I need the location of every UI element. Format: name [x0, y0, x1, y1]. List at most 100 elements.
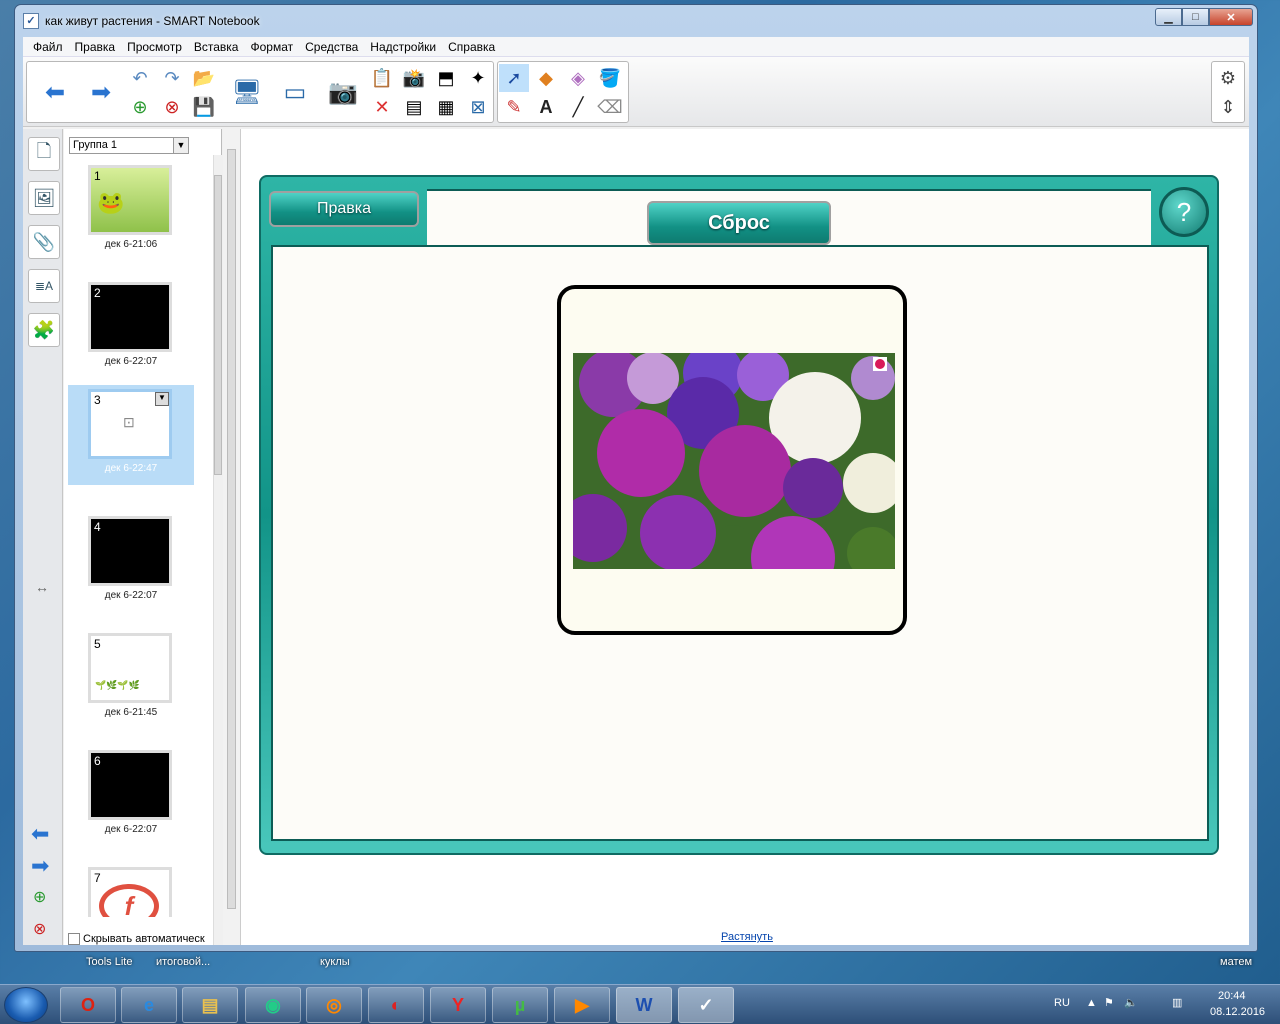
- page-thumbnail[interactable]: 5 🌱🌿🌱🌿 дек 6-21:45: [68, 629, 194, 729]
- sorter-scrollbar[interactable]: [213, 155, 222, 945]
- side-tabs: 🗋 🖼 📎 ≣A 🧩 ↔ ⬅ ➡ ⊕ ⊗: [23, 129, 63, 945]
- page-thumbnail[interactable]: 1 🐸 дек 6-21:06: [68, 161, 194, 261]
- media-player-icon[interactable]: ▶: [554, 987, 610, 1023]
- language-indicator[interactable]: RU: [1054, 997, 1070, 1009]
- edit-button[interactable]: Правка: [269, 191, 419, 227]
- clock-date[interactable]: 08.12.2016: [1210, 1006, 1265, 1018]
- desktop-label: куклы: [320, 956, 350, 968]
- image-card[interactable]: [557, 285, 907, 635]
- chevron-down-icon[interactable]: ▼: [173, 138, 188, 153]
- auto-hide-checkbox[interactable]: Скрывать автоматическ: [68, 933, 205, 945]
- attachments-icon[interactable]: 📎: [28, 225, 60, 259]
- page-menu-chevron-icon[interactable]: ▼: [155, 392, 169, 406]
- menu-tools[interactable]: Средства: [299, 40, 364, 54]
- minimize-button[interactable]: ▁: [1155, 8, 1182, 26]
- word-icon[interactable]: W: [616, 987, 672, 1023]
- properties-icon[interactable]: ≣A: [28, 269, 60, 303]
- smart-notebook-icon[interactable]: ✓: [678, 987, 734, 1023]
- page-sorter-icon[interactable]: 🗋: [28, 137, 60, 171]
- pens-tool-icon[interactable]: ✎: [499, 93, 529, 121]
- checkbox-icon[interactable]: [68, 933, 80, 945]
- menu-insert[interactable]: Вставка: [188, 40, 245, 54]
- group-select[interactable]: Группа 1 ▼: [69, 137, 189, 154]
- page-thumbnail[interactable]: 4 дек 6-22:07: [68, 512, 194, 612]
- explorer-icon[interactable]: ▤: [182, 987, 238, 1023]
- reset-button[interactable]: Сброс: [647, 201, 831, 245]
- opera-icon[interactable]: O: [60, 987, 116, 1023]
- page-thumbnail[interactable]: 2 дек 6-22:07: [68, 278, 194, 378]
- menu-edit[interactable]: Правка: [69, 40, 122, 54]
- menu-file[interactable]: Файл: [27, 40, 69, 54]
- page-thumbnail[interactable]: 7 f: [68, 863, 194, 917]
- menu-format[interactable]: Формат: [244, 40, 299, 54]
- volume-icon[interactable]: 🔈: [1124, 996, 1138, 1009]
- page-number: 5: [94, 637, 101, 651]
- page-thumbnail-selected[interactable]: 3 ▼ ⊡ дек 6-22:47: [68, 385, 194, 485]
- page-timestamp: дек 6-22:07: [104, 824, 158, 835]
- fill-tool-icon[interactable]: 🪣: [595, 64, 625, 92]
- stretch-link[interactable]: Растянуть: [721, 931, 773, 943]
- delete-icon[interactable]: ✕: [367, 93, 397, 121]
- page-timestamp: дек 6-21:06: [104, 239, 158, 250]
- open-file-icon[interactable]: 📂: [189, 64, 219, 92]
- close-button[interactable]: ✕: [1209, 8, 1253, 26]
- canvas-scrollbar[interactable]: [223, 129, 241, 945]
- title-bar[interactable]: ✓ как живут растения - SMART Notebook ▁ …: [15, 5, 1257, 37]
- menu-view[interactable]: Просмотр: [121, 40, 188, 54]
- prev-page-arrow-icon[interactable]: ⬅: [31, 821, 49, 847]
- whiteboard-canvas[interactable]: Правка Сброс ? Растянуть: [223, 129, 1249, 945]
- back-page-icon[interactable]: ⬅: [31, 62, 79, 122]
- toolbar-position-icon[interactable]: ⇕: [1213, 93, 1243, 121]
- window-title: как живут растения - SMART Notebook: [45, 14, 260, 28]
- utorrent-icon[interactable]: µ: [492, 987, 548, 1023]
- table-icon[interactable]: ▦: [431, 93, 461, 121]
- line-tool-icon[interactable]: ╱: [563, 93, 593, 121]
- start-button[interactable]: [4, 987, 48, 1023]
- page-thumbnail[interactable]: 6 дек 6-22:07: [68, 746, 194, 846]
- help-button[interactable]: ?: [1159, 187, 1209, 237]
- forward-page-icon[interactable]: ➡: [77, 62, 125, 122]
- add-page-icon[interactable]: ⊕: [125, 93, 155, 121]
- page-number: 2: [94, 286, 101, 300]
- chrome-icon[interactable]: ◉: [245, 987, 301, 1023]
- text-tool-icon[interactable]: A: [531, 93, 561, 121]
- yandex-icon[interactable]: Y: [430, 987, 486, 1023]
- display-mode-icon[interactable]: 🖥: [223, 62, 271, 122]
- flag-icon[interactable]: ⚑: [1104, 996, 1114, 1009]
- select-tool-icon[interactable]: ➚: [499, 64, 529, 92]
- menu-addons[interactable]: Надстройки: [364, 40, 442, 54]
- magic-pen-icon[interactable]: ✦: [463, 64, 493, 92]
- delete-page-icon[interactable]: ⊗: [157, 93, 187, 121]
- maximize-button[interactable]: □: [1182, 8, 1209, 26]
- add-page-side-icon[interactable]: ⊕: [33, 887, 46, 907]
- close-x-icon[interactable]: ⊠: [463, 93, 493, 121]
- ie-icon[interactable]: e: [121, 987, 177, 1023]
- addons-icon[interactable]: 🧩: [28, 313, 60, 347]
- save-icon[interactable]: 💾: [189, 93, 219, 121]
- gear-icon[interactable]: ⚙: [1213, 64, 1243, 92]
- delete-page-side-icon[interactable]: ⊗: [33, 919, 46, 939]
- redo-icon[interactable]: ↷: [157, 64, 187, 92]
- resize-sidebar-icon[interactable]: ↔: [35, 579, 49, 595]
- clock-time[interactable]: 20:44: [1218, 990, 1246, 1002]
- shapes-tool-icon[interactable]: ◆: [531, 64, 561, 92]
- eraser-icon[interactable]: ⌫: [595, 93, 625, 121]
- network-icon[interactable]: ▥: [1172, 996, 1182, 1009]
- next-page-arrow-icon[interactable]: ➡: [31, 853, 49, 879]
- gallery-icon[interactable]: 🖼: [28, 181, 60, 215]
- activity-frame: Правка Сброс ?: [259, 175, 1219, 855]
- undo-icon[interactable]: ↶: [125, 64, 155, 92]
- firefox-icon[interactable]: ◎: [306, 987, 362, 1023]
- fullscreen-icon[interactable]: ▭: [271, 62, 319, 122]
- show-hidden-icons-icon[interactable]: ▲: [1086, 997, 1097, 1009]
- document-camera-icon[interactable]: 📷: [319, 62, 367, 122]
- screen-shade-icon[interactable]: ⬒: [431, 64, 461, 92]
- show-hide-shade-icon[interactable]: ▤: [399, 93, 429, 121]
- app-window: ✓ как живут растения - SMART Notebook ▁ …: [14, 4, 1258, 952]
- menu-help[interactable]: Справка: [442, 40, 501, 54]
- screen-recorder-icon[interactable]: ◐: [368, 987, 424, 1023]
- paste-icon[interactable]: 📋: [367, 64, 397, 92]
- screen-capture-icon[interactable]: 📸: [399, 64, 429, 92]
- page-timestamp: дек 6-21:45: [104, 707, 158, 718]
- eraser-tool-icon[interactable]: ◈: [563, 64, 593, 92]
